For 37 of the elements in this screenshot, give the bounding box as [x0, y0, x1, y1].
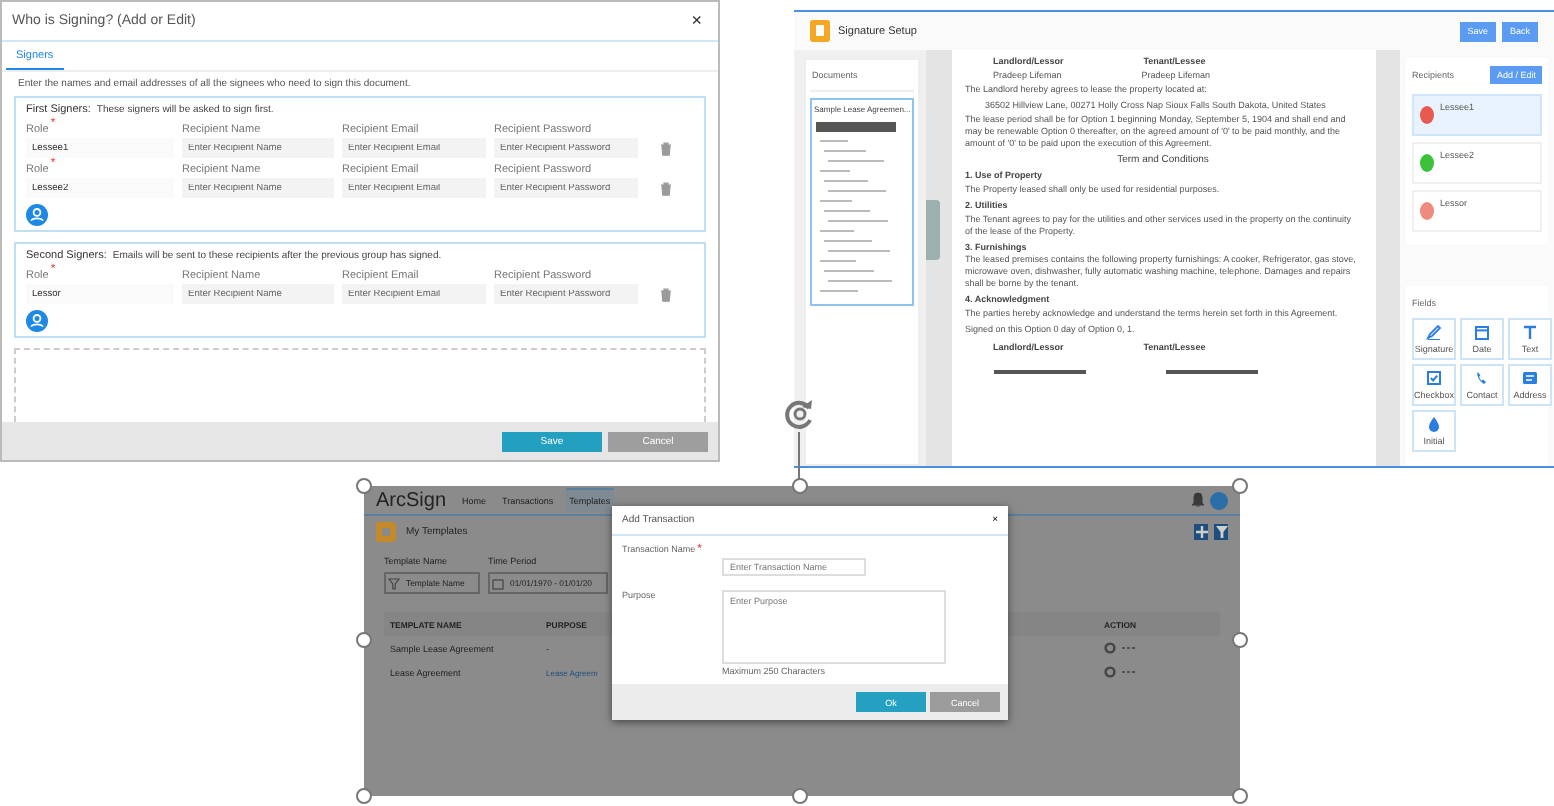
field-icon [1426, 416, 1442, 432]
resize-handle[interactable] [356, 478, 372, 494]
resize-handle[interactable] [356, 788, 372, 804]
field-icon [1474, 324, 1490, 340]
trash-icon [660, 181, 672, 195]
resize-handle[interactable] [792, 478, 808, 494]
resize-handle[interactable] [1232, 632, 1248, 648]
more-icon[interactable] [1122, 644, 1136, 652]
resize-handle[interactable] [1232, 478, 1248, 494]
signature-line [1165, 370, 1257, 374]
resize-handle[interactable] [792, 788, 808, 804]
close-button[interactable]: × [691, 12, 702, 30]
rotate-icon [782, 396, 818, 432]
filter-button[interactable] [1214, 524, 1228, 540]
add-person-icon[interactable] [26, 204, 48, 226]
add-button[interactable] [1194, 524, 1208, 540]
signature-line [993, 370, 1085, 374]
bell-icon [1192, 492, 1204, 508]
plus-icon [1195, 526, 1207, 538]
trash-icon [660, 141, 672, 155]
more-icon[interactable] [1122, 668, 1136, 676]
filter-icon [388, 578, 400, 590]
filter-icon [1215, 526, 1227, 538]
field-icon [1474, 370, 1490, 386]
folder-icon [376, 522, 396, 542]
document-icon [810, 20, 830, 42]
resize-handle[interactable] [356, 632, 372, 648]
field-icon [1426, 324, 1442, 340]
add-person-icon[interactable] [26, 310, 48, 332]
field-icon [1522, 324, 1538, 340]
app-logo: ArcSign [376, 489, 447, 511]
resize-handle[interactable] [1232, 788, 1248, 804]
field-icon [1522, 370, 1538, 386]
field-icon [1426, 370, 1442, 386]
trash-icon [660, 287, 672, 301]
calendar-icon [492, 578, 504, 590]
collapse-handle[interactable] [926, 200, 940, 260]
